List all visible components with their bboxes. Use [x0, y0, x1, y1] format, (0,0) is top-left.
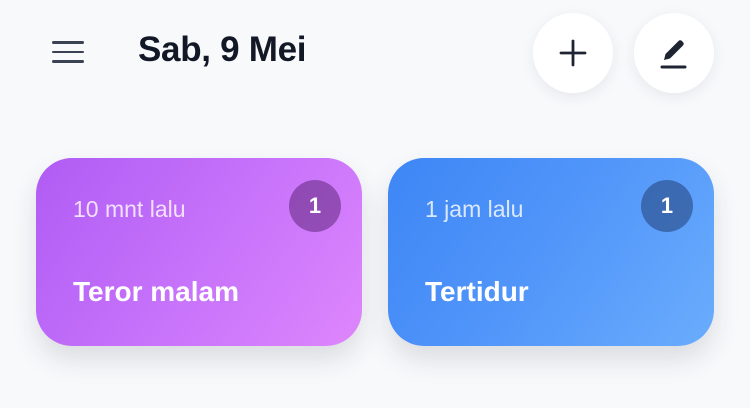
menu-icon-line	[52, 50, 84, 54]
plus-icon	[559, 39, 587, 67]
menu-icon-line	[52, 60, 84, 63]
top-bar: Sab, 9 Mei	[0, 0, 750, 110]
pencil-edit-icon	[660, 40, 687, 69]
card-count-badge: 1	[641, 180, 693, 232]
card-time-label: 10 mnt lalu	[73, 196, 186, 222]
event-card-fell-asleep[interactable]: 1 jam lalu 1 Tertidur	[388, 158, 714, 346]
card-title: Teror malam	[73, 276, 239, 307]
event-card-night-terror[interactable]: 10 mnt lalu 1 Teror malam	[36, 158, 362, 346]
menu-icon-line	[52, 41, 84, 44]
card-count-badge: 1	[289, 180, 341, 232]
card-title: Tertidur	[425, 276, 529, 307]
page-title-date: Sab, 9 Mei	[138, 30, 307, 69]
edit-button[interactable]	[634, 13, 714, 93]
menu-button[interactable]	[52, 36, 92, 68]
add-button[interactable]	[533, 13, 613, 93]
card-time-label: 1 jam lalu	[425, 196, 524, 222]
